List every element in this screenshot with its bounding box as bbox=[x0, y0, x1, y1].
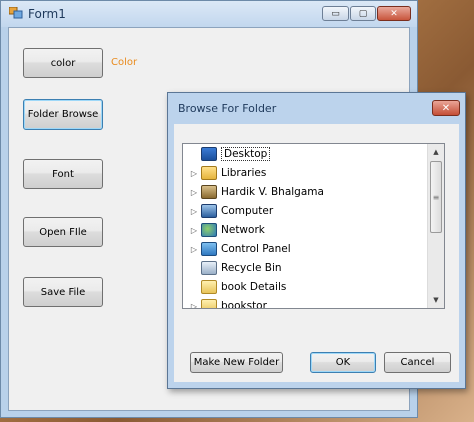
ok-button[interactable]: OK bbox=[310, 352, 376, 373]
cancel-button[interactable]: Cancel bbox=[384, 352, 451, 373]
folder-browse-button[interactable]: Folder Browse bbox=[23, 99, 103, 130]
close-icon: ✕ bbox=[390, 8, 398, 19]
tree-item-libraries[interactable]: ▷ Libraries bbox=[189, 164, 266, 182]
tree-item-label: Libraries bbox=[221, 167, 267, 179]
recycle-bin-icon bbox=[201, 261, 217, 275]
dialog-title: Browse For Folder bbox=[178, 102, 277, 115]
network-icon bbox=[201, 223, 217, 237]
tree-item-label: Recycle Bin bbox=[221, 262, 282, 274]
tree-item-book-details[interactable]: book Details bbox=[189, 278, 286, 296]
maximize-icon: ▢ bbox=[358, 8, 368, 19]
scroll-down-arrow-icon[interactable]: ▼ bbox=[428, 292, 444, 308]
close-icon: ✕ bbox=[441, 102, 451, 114]
tree-item-label: Computer bbox=[221, 205, 274, 217]
close-button[interactable]: ✕ bbox=[377, 6, 411, 21]
app-icon bbox=[9, 7, 23, 19]
expand-arrow-icon[interactable]: ▷ bbox=[189, 207, 199, 216]
expand-arrow-icon[interactable]: ▷ bbox=[189, 188, 199, 197]
scroll-up-arrow-icon[interactable]: ▲ bbox=[428, 144, 444, 160]
browse-folder-dialog: Browse For Folder ✕ Desktop ▷ Libraries … bbox=[167, 92, 466, 389]
tree-item-computer[interactable]: ▷ Computer bbox=[189, 202, 273, 220]
tree-item-label: Network bbox=[221, 224, 265, 236]
tree-item-control-panel[interactable]: ▷ Control Panel bbox=[189, 240, 291, 258]
save-file-button[interactable]: Save File bbox=[23, 277, 103, 307]
make-new-folder-button[interactable]: Make New Folder bbox=[190, 352, 283, 373]
expand-arrow-icon[interactable]: ▷ bbox=[189, 245, 199, 254]
form1-titlebar[interactable]: Form1 ▭ ▢ ✕ bbox=[1, 1, 417, 27]
maximize-button[interactable]: ▢ bbox=[350, 6, 376, 21]
tree-item-label: book Details bbox=[221, 281, 287, 293]
tree-item-desktop[interactable]: Desktop bbox=[189, 145, 271, 163]
computer-icon bbox=[201, 204, 217, 218]
tree-item-label: Hardik V. Bhalgama bbox=[221, 186, 324, 198]
open-file-button[interactable]: Open FIle bbox=[23, 217, 103, 247]
user-folder-icon bbox=[201, 185, 217, 199]
form1-title: Form1 bbox=[28, 7, 66, 21]
minimize-icon: ▭ bbox=[331, 8, 340, 19]
font-button[interactable]: Font bbox=[23, 159, 103, 189]
dialog-close-button[interactable]: ✕ bbox=[432, 100, 460, 116]
tree-item-bookstor[interactable]: ▷ bookstor bbox=[189, 297, 267, 309]
tree-item-label: Desktop bbox=[221, 147, 271, 161]
desktop-icon bbox=[201, 147, 217, 161]
libraries-icon bbox=[201, 166, 217, 180]
expand-arrow-icon[interactable]: ▷ bbox=[189, 169, 199, 178]
control-panel-icon bbox=[201, 242, 217, 256]
tree-vertical-scrollbar[interactable]: ▲ ≡ ▼ bbox=[427, 144, 444, 308]
expand-arrow-icon[interactable]: ▷ bbox=[189, 226, 199, 235]
tree-item-network[interactable]: ▷ Network bbox=[189, 221, 265, 239]
tree-item-label: bookstor bbox=[221, 300, 267, 309]
tree-item-user[interactable]: ▷ Hardik V. Bhalgama bbox=[189, 183, 324, 201]
color-label: Color bbox=[111, 57, 138, 68]
expand-arrow-icon[interactable]: ▷ bbox=[189, 302, 199, 309]
scroll-thumb[interactable]: ≡ bbox=[430, 161, 442, 233]
folder-icon bbox=[201, 299, 217, 308]
minimize-button[interactable]: ▭ bbox=[322, 6, 349, 21]
tree-item-label: Control Panel bbox=[221, 243, 291, 255]
folder-tree[interactable]: Desktop ▷ Libraries ▷ Hardik V. Bhalgama… bbox=[182, 143, 445, 309]
grip-icon: ≡ bbox=[432, 192, 440, 202]
folder-icon bbox=[201, 280, 217, 294]
tree-item-recycle-bin[interactable]: Recycle Bin bbox=[189, 259, 282, 277]
color-button[interactable]: color bbox=[23, 48, 103, 78]
